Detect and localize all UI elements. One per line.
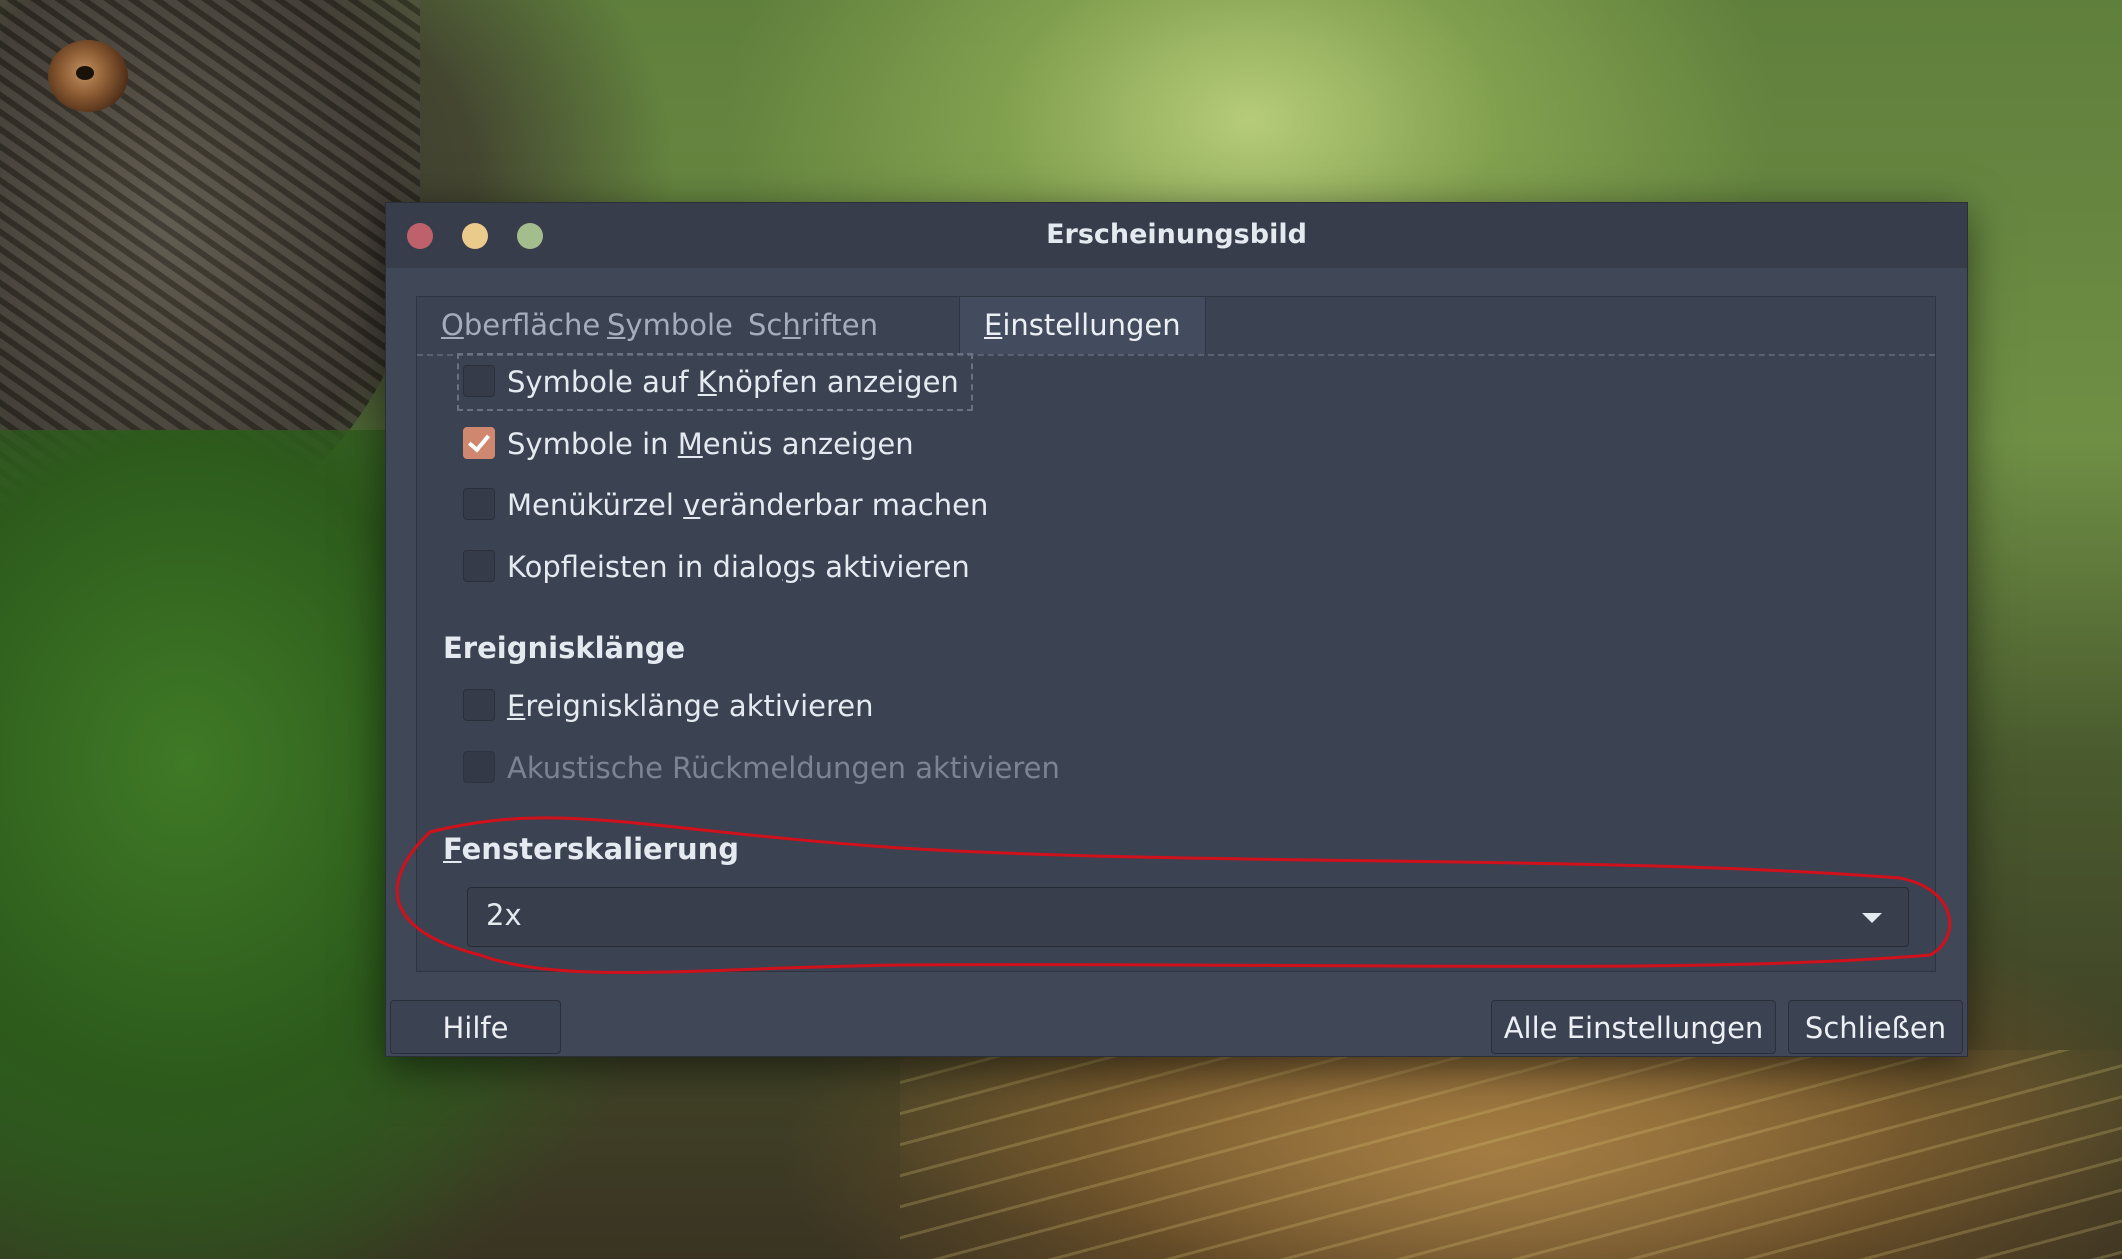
tab-schriften[interactable]: Schriften	[724, 297, 902, 354]
checkbox-box[interactable]	[463, 689, 495, 721]
checkbox-enable-event-sounds[interactable]: Ereignisklänge aktivieren	[463, 683, 874, 729]
appearance-dialog: Erscheinungsbild Oberfläche Symbole Schr…	[385, 202, 1968, 1057]
settings-notebook: Oberfläche Symbole Schriften Einstellung…	[416, 296, 1936, 972]
checkbox-box[interactable]	[463, 365, 495, 397]
checkbox-box-checked[interactable]	[463, 427, 495, 459]
checkbox-symbols-in-menus[interactable]: Symbole in Menüs anzeigen	[463, 421, 914, 467]
tab-bar: Oberfläche Symbole Schriften Einstellung…	[417, 297, 1935, 356]
background-ground	[900, 1050, 2122, 1259]
tab-einstellungen[interactable]: Einstellungen	[959, 297, 1206, 354]
dropdown-value: 2x	[486, 898, 522, 932]
help-button[interactable]: Hilfe	[390, 1000, 561, 1054]
checkbox-box[interactable]	[463, 550, 495, 582]
checkbox-acoustic-feedback: Akustische Rückmeldungen aktivieren	[463, 745, 1060, 791]
checkbox-box[interactable]	[463, 488, 495, 520]
window-title: Erscheinungsbild	[1046, 219, 1307, 250]
creature-eye	[48, 40, 128, 112]
checkbox-symbols-on-buttons[interactable]: Symbole auf Knöpfen anzeigen	[457, 353, 973, 411]
checkbox-headerbars-in-dialogs[interactable]: Kopfleisten in dialogs aktivieren	[463, 544, 970, 590]
titlebar[interactable]: Erscheinungsbild	[386, 203, 1967, 268]
heading-window-scaling: Fensterskalierung	[443, 832, 740, 866]
checkbox-editable-menu-shortcuts[interactable]: Menükürzel veränderbar machen	[463, 482, 988, 528]
heading-event-sounds: Ereignisklänge	[443, 631, 686, 665]
all-settings-button[interactable]: Alle Einstellungen	[1491, 1000, 1776, 1054]
chevron-down-icon[interactable]	[1862, 913, 1882, 923]
checkbox-box-disabled	[463, 751, 495, 783]
close-button[interactable]: Schließen	[1788, 1000, 1963, 1054]
window-scaling-dropdown[interactable]: 2x	[467, 887, 1909, 947]
